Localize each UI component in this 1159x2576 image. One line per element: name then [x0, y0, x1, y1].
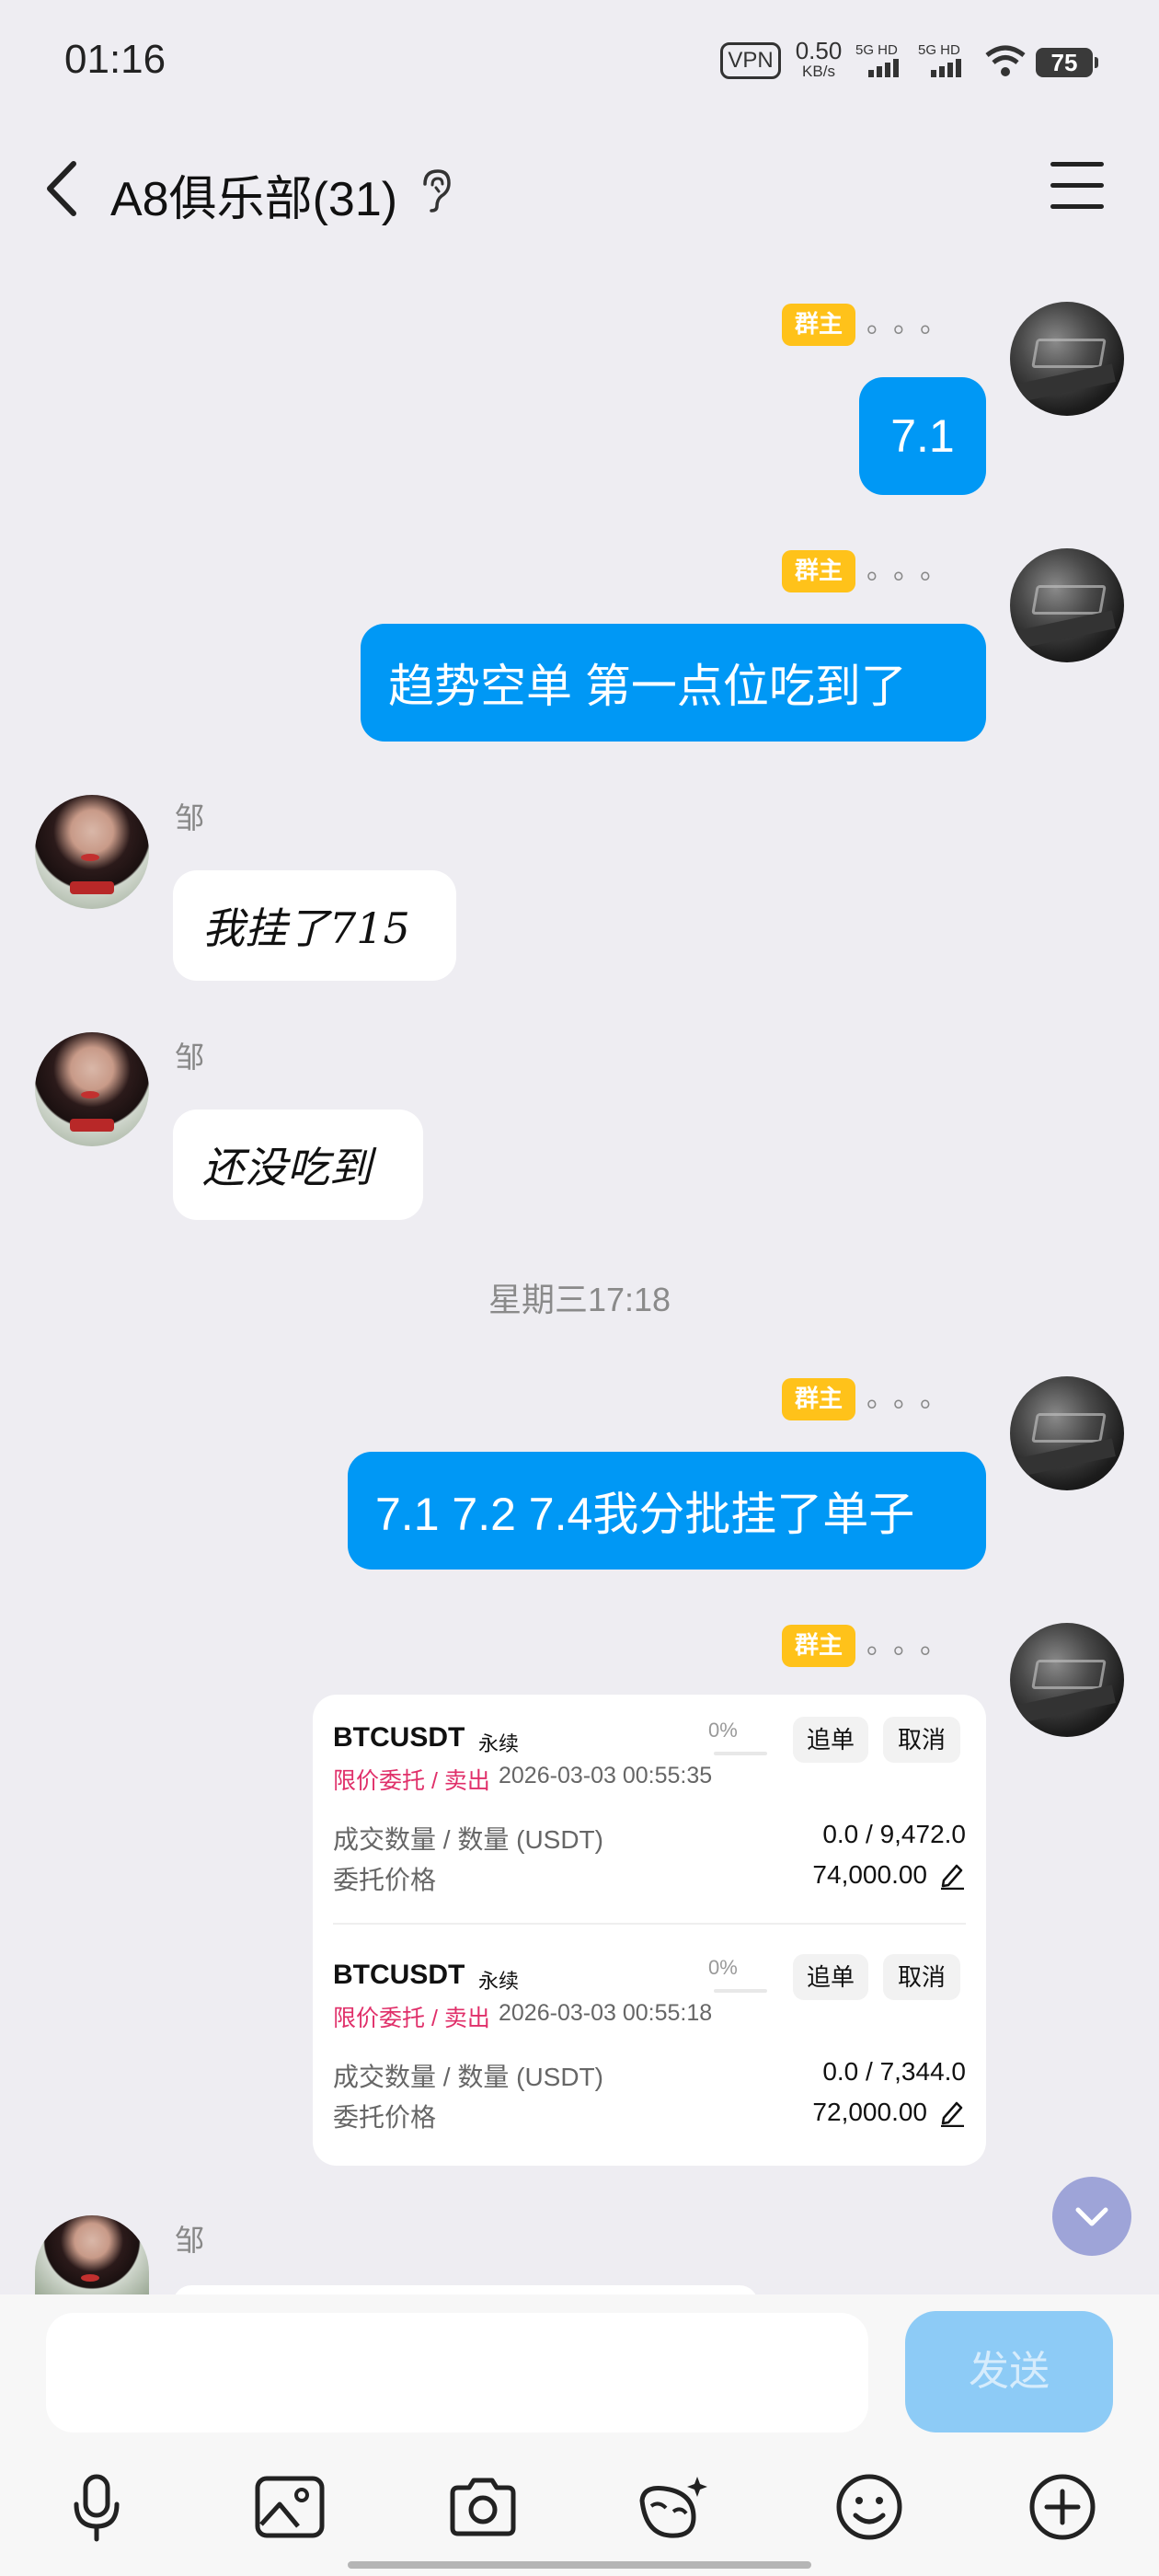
order-contract-type: 永续 — [478, 1970, 520, 1993]
status-bar: 01:16 VPN 0.50 KB/s 5G HD 5G HD 75 — [0, 0, 1159, 125]
plus-circle-icon[interactable] — [1023, 2467, 1102, 2547]
order-item: BTCUSDT 永续 0% 追单 取消 限价委托 / 卖出 2026-03-03… — [333, 1932, 966, 2149]
divider — [333, 1923, 966, 1925]
sender-name: 邹 — [175, 800, 205, 835]
avatar[interactable] — [35, 795, 149, 909]
follow-order-button[interactable]: 追单 — [793, 1717, 868, 1763]
input-bar: 发送 — [0, 2294, 1159, 2576]
owner-badge: 群主 — [782, 1625, 856, 1667]
avatar[interactable] — [1010, 548, 1124, 662]
timestamp: 星期三17:18 — [488, 1281, 671, 1318]
sim2-label: 5G HD — [918, 42, 960, 58]
vpn-indicator: VPN — [720, 42, 781, 79]
message-bubble[interactable]: 7.1 — [859, 377, 986, 495]
owner-badge: 群主 — [782, 304, 856, 346]
clock: 01:16 — [64, 37, 166, 82]
network-speed-value: 0.50 — [795, 37, 843, 64]
back-button[interactable] — [37, 156, 92, 221]
filled-quantity-value: 0.0 / 9,472.0 — [822, 1820, 966, 1848]
avatar[interactable] — [1010, 1623, 1124, 1737]
order-price-label: 委托价格 — [333, 1866, 437, 1894]
order-side: 限价委托 / 卖出 — [333, 2006, 490, 2031]
order-symbol: BTCUSDT — [333, 1722, 465, 1753]
signal-sim2-icon: 5G HD — [918, 42, 968, 79]
mask-icon[interactable] — [633, 2467, 712, 2547]
order-progress-bar — [714, 1989, 767, 1993]
order-price-value: 72,000.00 — [812, 2098, 927, 2126]
sim1-label: 5G HD — [855, 42, 898, 58]
follow-order-button[interactable]: 追单 — [793, 1954, 868, 2000]
sender-name: 。。。 — [866, 1382, 960, 1414]
sender-name: 。。。 — [866, 307, 960, 339]
message-bubble[interactable]: 7.1 7.2 7.4我分批挂了单子 — [348, 1452, 986, 1570]
order-item: BTCUSDT 永续 0% 追单 取消 限价委托 / 卖出 2026-03-03… — [333, 1695, 966, 1912]
avatar[interactable] — [35, 2215, 149, 2294]
emoji-icon[interactable] — [830, 2467, 909, 2547]
scroll-to-bottom-button[interactable] — [1052, 2177, 1131, 2256]
chevron-down-icon — [1075, 2207, 1108, 2226]
order-contract-type: 永续 — [478, 1732, 520, 1755]
order-progress-bar — [714, 1752, 767, 1755]
send-button[interactable]: 发送 — [905, 2311, 1113, 2432]
microphone-icon[interactable] — [57, 2467, 136, 2547]
order-price-label: 委托价格 — [333, 2103, 437, 2132]
message-bubble[interactable]: 趋势空单 第一点位吃到了 — [361, 624, 986, 742]
sender-name: 。。。 — [866, 1628, 960, 1661]
filled-quantity-value: 0.0 / 7,344.0 — [822, 2057, 966, 2086]
battery-icon: 75 — [1036, 48, 1098, 77]
home-indicator[interactable] — [348, 2561, 811, 2569]
network-speed-unit: KB/s — [802, 63, 835, 80]
ear-icon[interactable] — [416, 167, 456, 213]
message-bubble[interactable]: 还没吃到 — [173, 1110, 423, 1220]
message-input[interactable] — [46, 2313, 868, 2432]
filled-quantity-label: 成交数量 / 数量 (USDT) — [333, 2063, 603, 2091]
group-title[interactable]: A8俱乐部(31) — [110, 160, 397, 229]
message-bubble[interactable]: 我挂了715 — [173, 870, 456, 981]
order-side: 限价委托 / 卖出 — [333, 1768, 490, 1794]
network-speed: 0.50 KB/s — [789, 39, 848, 81]
edit-icon[interactable] — [938, 1860, 966, 1891]
order-progress-text: 0% — [708, 1719, 738, 1742]
cancel-order-button[interactable]: 取消 — [883, 1717, 960, 1763]
menu-icon[interactable] — [1050, 162, 1104, 212]
sender-name: 。。。 — [866, 554, 960, 586]
cancel-order-button[interactable]: 取消 — [883, 1954, 960, 2000]
avatar[interactable] — [1010, 1376, 1124, 1490]
order-datetime: 2026-03-03 00:55:35 — [499, 1763, 713, 1788]
owner-badge: 群主 — [782, 550, 856, 592]
chat-header: A8俱乐部(31) — [0, 129, 1159, 248]
order-card[interactable]: BTCUSDT 永续 0% 追单 取消 限价委托 / 卖出 2026-03-03… — [313, 1695, 986, 2166]
order-price-value: 74,000.00 — [812, 1860, 927, 1889]
camera-icon[interactable] — [443, 2467, 522, 2547]
sender-name: 邹 — [175, 2223, 205, 2258]
image-icon[interactable] — [250, 2467, 329, 2547]
avatar[interactable] — [1010, 302, 1124, 416]
order-symbol: BTCUSDT — [333, 1960, 465, 1990]
wifi-icon — [984, 42, 1027, 79]
avatar[interactable] — [35, 1032, 149, 1146]
order-datetime: 2026-03-03 00:55:18 — [499, 2000, 713, 2026]
sender-name: 邹 — [175, 1040, 205, 1075]
edit-icon[interactable] — [938, 2098, 966, 2128]
signal-sim1-icon: 5G HD — [855, 42, 905, 79]
chevron-left-icon — [47, 161, 76, 216]
owner-badge: 群主 — [782, 1378, 856, 1420]
order-progress-text: 0% — [708, 1956, 738, 1979]
filled-quantity-label: 成交数量 / 数量 (USDT) — [333, 1825, 603, 1854]
